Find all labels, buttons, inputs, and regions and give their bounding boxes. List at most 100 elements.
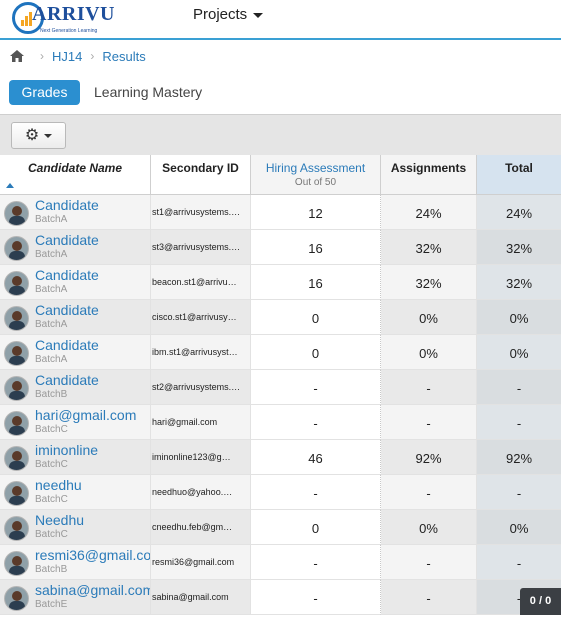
candidate-batch: BatchA xyxy=(35,319,68,330)
avatar[interactable] xyxy=(4,236,29,261)
avatar[interactable] xyxy=(4,376,29,401)
candidate-cell: sabina@gmail.com BatchE xyxy=(0,580,151,615)
arrivu-logo[interactable]: ARRIVU Next Generation Learning xyxy=(12,1,115,37)
hiring-assessment-cell[interactable]: - xyxy=(251,475,381,510)
candidate-name-link[interactable]: iminonline xyxy=(35,442,98,458)
column-header-total[interactable]: Total xyxy=(477,155,561,195)
assignments-cell: 32% xyxy=(381,265,477,300)
gear-icon: ⚙ xyxy=(24,126,40,144)
candidate-batch: BatchB xyxy=(35,389,68,400)
hiring-assessment-cell[interactable]: 12 xyxy=(251,195,381,230)
assignments-cell: - xyxy=(381,580,477,615)
table-row: Needhu BatchC cneedhu.feb@gm… 0 0% 0% xyxy=(0,510,561,545)
settings-button[interactable]: ⚙ xyxy=(11,122,66,149)
hiring-assessment-cell[interactable]: 46 xyxy=(251,440,381,475)
secondary-id-cell: beacon.st1@arrivu… xyxy=(151,265,251,300)
total-cell: - xyxy=(477,475,561,510)
hiring-assessment-cell[interactable]: - xyxy=(251,405,381,440)
candidate-name-link[interactable]: Candidate xyxy=(35,232,99,248)
avatar[interactable] xyxy=(4,201,29,226)
column-header-secondary-id[interactable]: Secondary ID xyxy=(151,155,251,195)
total-cell: - xyxy=(477,405,561,440)
total-cell: 32% xyxy=(477,230,561,265)
sort-ascending-icon xyxy=(6,183,14,188)
avatar[interactable] xyxy=(4,481,29,506)
candidate-name-link[interactable]: Candidate xyxy=(35,372,99,388)
column-title: Hiring Assessment xyxy=(265,161,366,175)
column-header-candidate-name[interactable]: Candidate Name xyxy=(0,155,151,195)
secondary-id-cell: hari@gmail.com xyxy=(151,405,251,440)
hiring-assessment-cell[interactable]: 16 xyxy=(251,230,381,265)
total-cell: 92% xyxy=(477,440,561,475)
hiring-assessment-cell[interactable]: - xyxy=(251,580,381,615)
avatar[interactable] xyxy=(4,551,29,576)
hiring-assessment-cell[interactable]: 0 xyxy=(251,510,381,545)
assignments-cell: 0% xyxy=(381,510,477,545)
breadcrumb-separator: › xyxy=(40,49,44,63)
avatar[interactable] xyxy=(4,306,29,331)
hiring-assessment-cell[interactable]: 16 xyxy=(251,265,381,300)
secondary-id-cell: ibm.st1@arrivusyst… xyxy=(151,335,251,370)
chevron-down-icon xyxy=(253,12,264,18)
total-cell: 0% xyxy=(477,510,561,545)
assignments-cell: 0% xyxy=(381,335,477,370)
logo-text: ARRIVU xyxy=(32,3,115,25)
table-row: resmi36@gmail.com BatchB resmi36@gmail.com… xyxy=(0,545,561,580)
avatar[interactable] xyxy=(4,411,29,436)
avatar[interactable] xyxy=(4,516,29,541)
candidate-name-link[interactable]: Needhu xyxy=(35,512,84,528)
candidate-name-link[interactable]: resmi36@gmail.com xyxy=(35,547,150,563)
secondary-id-cell: st2@arrivusystems.… xyxy=(151,370,251,405)
breadcrumb-course-link[interactable]: HJ14 xyxy=(52,49,82,64)
hiring-assessment-cell[interactable]: - xyxy=(251,545,381,580)
assignments-cell: 0% xyxy=(381,300,477,335)
avatar[interactable] xyxy=(4,586,29,611)
candidate-name-link[interactable]: sabina@gmail.com xyxy=(35,582,150,598)
candidate-batch: BatchB xyxy=(35,564,68,575)
candidate-name-link[interactable]: Candidate xyxy=(35,267,99,283)
avatar[interactable] xyxy=(4,341,29,366)
candidate-cell: Candidate BatchA xyxy=(0,265,151,300)
total-cell: 24% xyxy=(477,195,561,230)
column-header-assignments[interactable]: Assignments xyxy=(381,155,477,195)
candidate-name-link[interactable]: Candidate xyxy=(35,302,99,318)
projects-menu[interactable]: Projects xyxy=(193,6,264,23)
hiring-assessment-cell[interactable]: 0 xyxy=(251,335,381,370)
candidate-cell: resmi36@gmail.com BatchB xyxy=(0,545,151,580)
candidate-name-link[interactable]: Candidate xyxy=(35,337,99,353)
column-title: Candidate Name xyxy=(27,161,123,175)
top-bar: ARRIVU Next Generation Learning Projects xyxy=(0,0,561,38)
column-subtitle: Out of 50 xyxy=(294,177,337,188)
breadcrumb-results-link[interactable]: Results xyxy=(102,49,145,64)
column-header-hiring-assessment[interactable]: Hiring Assessment Out of 50 xyxy=(251,155,381,195)
secondary-id-cell: sabina@gmail.com xyxy=(151,580,251,615)
total-cell: - xyxy=(477,370,561,405)
table-row: Candidate BatchA ibm.st1@arrivusyst… 0 0% 0% xyxy=(0,335,561,370)
candidate-cell: Candidate BatchB xyxy=(0,370,151,405)
assignments-cell: - xyxy=(381,405,477,440)
candidate-batch: BatchE xyxy=(35,599,68,610)
column-title: Total xyxy=(505,161,533,175)
candidate-name-link[interactable]: Candidate xyxy=(35,197,99,213)
avatar[interactable] xyxy=(4,446,29,471)
total-cell: - xyxy=(477,545,561,580)
hiring-assessment-cell[interactable]: 0 xyxy=(251,300,381,335)
pager-indicator: 0 / 0 xyxy=(520,588,561,615)
hiring-assessment-cell[interactable]: - xyxy=(251,370,381,405)
secondary-id-cell: resmi36@gmail.com xyxy=(151,545,251,580)
tab-grades[interactable]: Grades xyxy=(9,80,80,105)
table-row: hari@gmail.com BatchC hari@gmail.com - - - xyxy=(0,405,561,440)
logo-tagline: Next Generation Learning xyxy=(40,28,98,34)
table-row: Candidate BatchB st2@arrivusystems.… - - - xyxy=(0,370,561,405)
candidate-name-link[interactable]: needhu xyxy=(35,477,82,493)
candidate-name-link[interactable]: hari@gmail.com xyxy=(35,407,136,423)
table-row: Candidate BatchA cisco.st1@arrivusy… 0 0% 0% xyxy=(0,300,561,335)
tab-learning-mastery[interactable]: Learning Mastery xyxy=(94,84,202,100)
avatar[interactable] xyxy=(4,271,29,296)
candidate-batch: BatchA xyxy=(35,249,68,260)
assignments-cell: 92% xyxy=(381,440,477,475)
breadcrumb-separator: › xyxy=(90,49,95,63)
candidate-cell: Candidate BatchA xyxy=(0,230,151,265)
home-icon[interactable] xyxy=(10,50,24,62)
candidate-cell: Candidate BatchA xyxy=(0,195,151,230)
